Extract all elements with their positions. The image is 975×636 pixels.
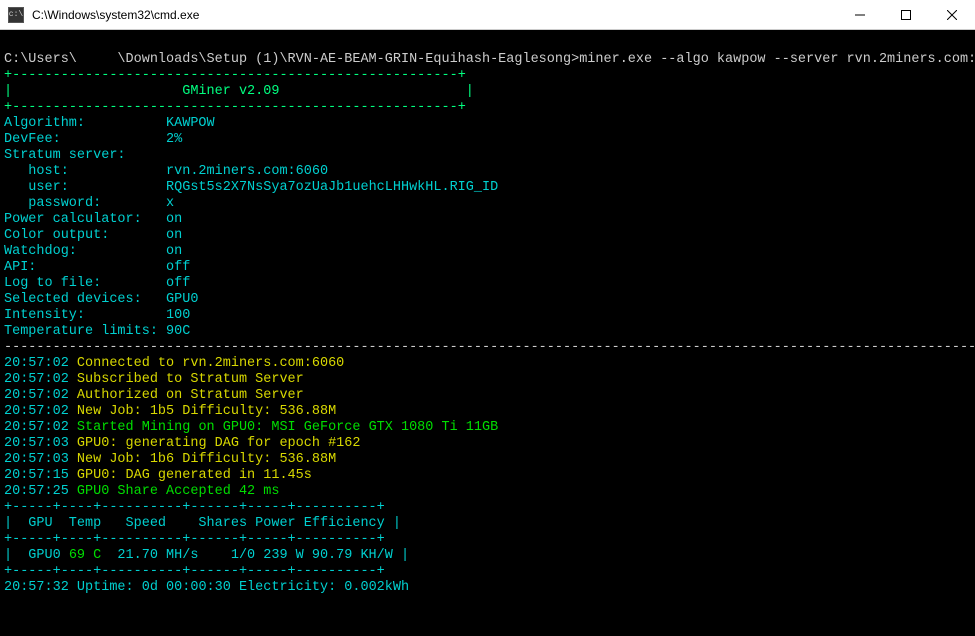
terminal-output[interactable]: C:\Users\ \Downloads\Setup (1)\RVN-AE-BE… — [0, 30, 975, 636]
close-button[interactable] — [929, 0, 975, 29]
window-title: C:\Windows\system32\cmd.exe — [32, 8, 837, 22]
table-header: | GPU Temp Speed Shares Power Efficiency… — [4, 516, 401, 531]
config-watchdog: Watchdog: on — [4, 244, 182, 259]
command-prompt: C:\Users\ \Downloads\Setup (1)\RVN-AE-BE… — [4, 52, 975, 67]
log-line-1: 20:57:02 Subscribed to Stratum Server — [4, 372, 304, 387]
log-line-6: 20:57:03 New Job: 1b6 Difficulty: 536.88… — [4, 452, 336, 467]
config-log: Log to file: off — [4, 276, 190, 291]
banner-title-row: | GMiner v2.09 | — [4, 84, 474, 99]
title-bar: c:\ C:\Windows\system32\cmd.exe — [0, 0, 975, 30]
banner-sep-bot: +---------------------------------------… — [4, 100, 466, 115]
config-algorithm: Algorithm: KAWPOW — [4, 116, 215, 131]
config-devfee: DevFee: 2% — [4, 132, 182, 147]
log-line-0: 20:57:02 Connected to rvn.2miners.com:60… — [4, 356, 344, 371]
log-line-8: 20:57:25 GPU0 Share Accepted 42 ms — [4, 484, 279, 499]
config-templimits: Temperature limits: 90C — [4, 324, 190, 339]
cmd-icon: c:\ — [8, 7, 24, 23]
maximize-button[interactable] — [883, 0, 929, 29]
table-sep-top: +-----+----+----------+------+-----+----… — [4, 500, 385, 515]
log-line-4: 20:57:02 Started Mining on GPU0: MSI GeF… — [4, 420, 498, 435]
uptime-line: 20:57:32 Uptime: 0d 00:00:30 Electricity… — [4, 580, 409, 595]
config-power: Power calculator: on — [4, 212, 182, 227]
window-controls — [837, 0, 975, 29]
table-row: | GPU0 69 C 21.70 MH/s 1/0 239 W 90.79 K… — [4, 548, 409, 563]
table-sep-bot: +-----+----+----------+------+-----+----… — [4, 564, 385, 579]
log-line-5: 20:57:03 GPU0: generating DAG for epoch … — [4, 436, 360, 451]
banner-sep-top: +---------------------------------------… — [4, 68, 466, 83]
config-password: password: x — [4, 196, 174, 211]
config-host: host: rvn.2miners.com:6060 — [4, 164, 328, 179]
log-line-2: 20:57:02 Authorized on Stratum Server — [4, 388, 304, 403]
config-devices: Selected devices: GPU0 — [4, 292, 198, 307]
config-user: user: RQGst5s2X7NsSya7ozUaJb1uehcLHHwkHL… — [4, 180, 498, 195]
minimize-button[interactable] — [837, 0, 883, 29]
config-intensity: Intensity: 100 — [4, 308, 190, 323]
config-stratum: Stratum server: — [4, 148, 126, 163]
config-color: Color output: on — [4, 228, 182, 243]
table-sep-mid: +-----+----+----------+------+-----+----… — [4, 532, 385, 547]
log-line-3: 20:57:02 New Job: 1b5 Difficulty: 536.88… — [4, 404, 336, 419]
log-line-7: 20:57:15 GPU0: DAG generated in 11.45s — [4, 468, 312, 483]
long-separator: ----------------------------------------… — [4, 340, 975, 355]
config-api: API: off — [4, 260, 190, 275]
